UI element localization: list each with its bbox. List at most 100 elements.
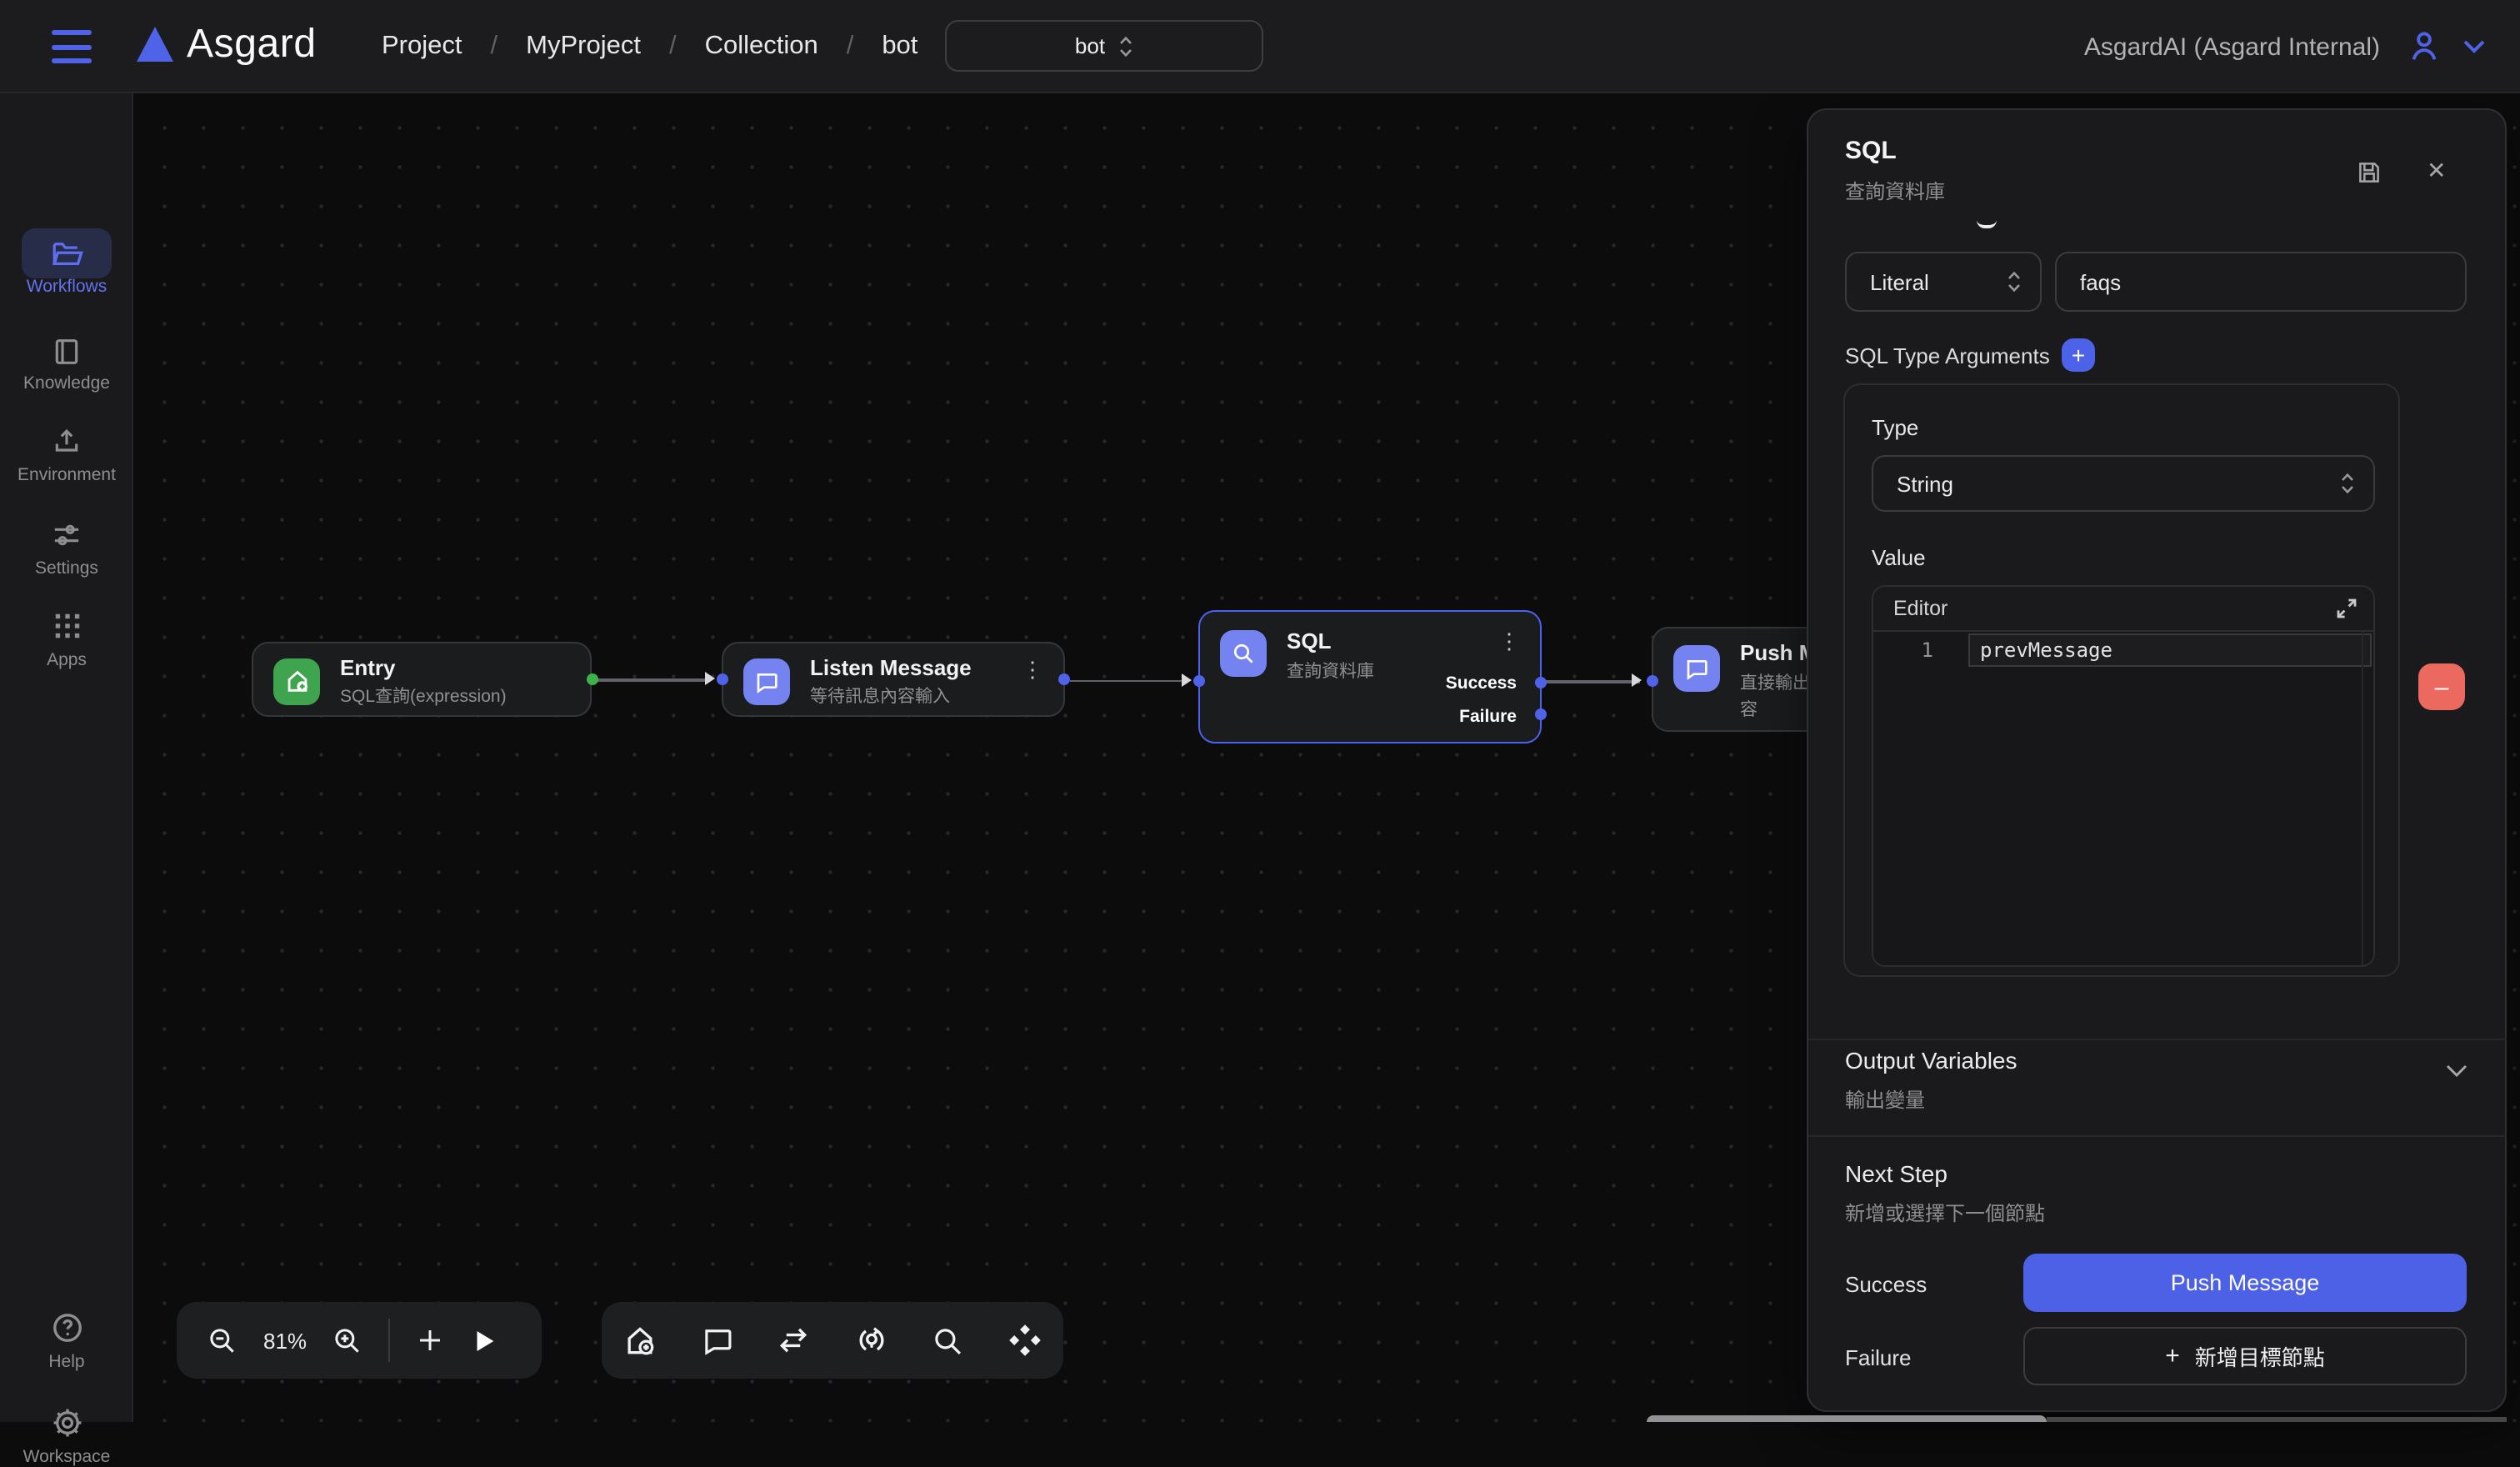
house-plus-icon [273,658,320,704]
node-subtitle: 查詢資料庫 [1287,658,1374,685]
menu-icon[interactable] [52,30,92,63]
left-sidebar: Workflows Knowledge Environment Settings… [0,93,133,1422]
node-title: Entry [340,655,395,680]
speech-bubble-icon [1673,645,1720,692]
breadcrumb-separator: / [847,32,854,62]
argument-type-select[interactable]: String [1872,455,2375,512]
next-step-sublabel: 新增或選擇下一個節點 [1845,1199,2045,1227]
intent-node-tool-icon[interactable] [853,1322,890,1359]
zoom-out-icon[interactable] [207,1324,238,1356]
asgard-logo-icon [137,27,173,62]
edge-sql-push [1545,680,1640,683]
zoom-toolbar: 81% [177,1302,542,1379]
remove-argument-button[interactable]: – [2418,663,2465,710]
param-value-input[interactable]: faqs [2055,252,2467,312]
save-icon[interactable] [2355,158,2383,187]
edge-entry-listen [597,678,708,681]
next-step-label: Next Step [1845,1160,1948,1187]
bottom-drawer-peek[interactable] [1647,1414,2047,1422]
sidebar-item-apps[interactable]: Apps [0,650,133,670]
editor-code-area[interactable]: 1 prevMessage [1873,632,2373,965]
chevron-down-icon[interactable] [2445,1064,2468,1079]
sidebar-item-workspace[interactable]: Workspace [0,1447,133,1467]
sql-type-arguments-label: SQL Type Arguments [1845,343,2050,368]
editor-title: Editor [1893,597,1948,620]
breadcrumb-separator: / [669,32,677,62]
sliders-icon[interactable] [0,518,133,552]
success-row-label: Success [1845,1272,1927,1297]
port-entry-output[interactable] [586,673,598,685]
upload-icon[interactable] [0,425,133,458]
sidebar-item-settings[interactable]: Settings [0,558,133,578]
port-sql-failure[interactable] [1534,708,1546,720]
failure-row-label: Failure [1845,1345,1912,1370]
message-node-tool-icon[interactable] [700,1323,735,1358]
book-icon[interactable] [0,335,133,368]
edge-arrow-icon [1632,673,1642,687]
success-target-button[interactable]: Push Message [2023,1254,2467,1312]
account-chevron-icon[interactable] [2462,38,2487,55]
sidebar-item-help[interactable]: Help [0,1352,133,1372]
port-listen-output[interactable] [1058,673,1070,685]
help-circle-icon[interactable] [0,1310,133,1345]
line-number: 1 [1873,638,1933,662]
close-icon[interactable]: ✕ [2427,157,2446,185]
sidebar-item-workflows[interactable]: Workflows [0,277,133,297]
node-sql[interactable]: SQL 查詢資料庫 ⋮ Success Failure [1198,610,1542,744]
expand-icon[interactable] [2337,598,2357,618]
select-chevrons-icon [2007,270,2022,293]
node-listen-message[interactable]: Listen Message 等待訊息內容輸入 ⋮ [722,642,1065,717]
port-listen-input[interactable] [716,673,728,685]
port-sql-success[interactable] [1534,677,1546,688]
select-chevrons-icon [2340,472,2355,495]
entry-node-tool-icon[interactable] [622,1322,659,1359]
breadcrumb-separator: / [491,32,498,62]
diamonds-tool-icon[interactable] [1007,1322,1043,1359]
bottom-drawer-peek [2047,1417,2507,1422]
node-entry[interactable]: Entry SQL查詢(expression) [252,642,592,717]
code-editor: Editor 1 prevMessage [1872,585,2375,967]
value-label: Value [1872,545,1926,570]
grid-dots-icon[interactable] [0,610,133,642]
param-type-select[interactable]: Literal [1845,252,2042,312]
add-node-icon[interactable] [415,1325,445,1355]
workflow-select[interactable]: bot [945,20,1263,72]
user-avatar-icon[interactable] [2405,27,2443,65]
breadcrumb-myproject[interactable]: MyProject [526,32,641,62]
breadcrumb-collection[interactable]: Collection [705,32,818,62]
panel-title: SQL [1845,137,1897,165]
failure-add-target-button[interactable]: + 新增目標節點 [2023,1327,2467,1385]
kebab-menu-icon[interactable]: ⋮ [1022,660,1043,680]
logo-text: Asgard [187,22,317,68]
select-chevrons-icon [1118,34,1133,58]
swap-node-tool-icon[interactable] [776,1322,812,1359]
type-label: Type [1872,415,1918,440]
node-title: SQL [1287,628,1331,653]
node-subtitle: SQL查詢(expression) [340,683,507,710]
sidebar-item-environment[interactable]: Environment [0,465,133,485]
gear-icon[interactable] [0,1405,133,1440]
account-label: AsgardAI (Asgard Internal) [2084,0,2380,93]
folder-icon[interactable] [0,237,133,272]
zoom-in-icon[interactable] [332,1324,363,1356]
param-value: faqs [2080,269,2121,294]
kebab-menu-icon[interactable]: ⋮ [1498,632,1520,652]
argument-card: Type String Value Editor 1 prevMessage [1843,383,2400,977]
editor-header: Editor [1873,587,2373,632]
edge-listen-sql [1070,679,1187,682]
code-text: prevMessage [1980,638,2112,662]
output-variables-sublabel: 輸出變量 [1845,1085,1925,1114]
port-sql-input[interactable] [1192,674,1204,686]
zoom-level[interactable]: 81% [263,1328,307,1353]
search-node-tool-icon[interactable] [931,1323,966,1358]
sidebar-item-knowledge[interactable]: Knowledge [0,373,133,393]
breadcrumb-project[interactable]: Project [382,32,462,62]
port-push-input[interactable] [1646,674,1658,686]
breadcrumb-bot[interactable]: bot [882,32,918,62]
workflow-select-value: bot [1075,33,1105,58]
speech-bubble-icon [743,658,790,704]
editor-scrollbar[interactable] [2362,632,2363,965]
add-argument-button[interactable]: + [2062,338,2095,371]
run-icon[interactable] [470,1326,498,1354]
plus-icon: + [2165,1342,2180,1370]
